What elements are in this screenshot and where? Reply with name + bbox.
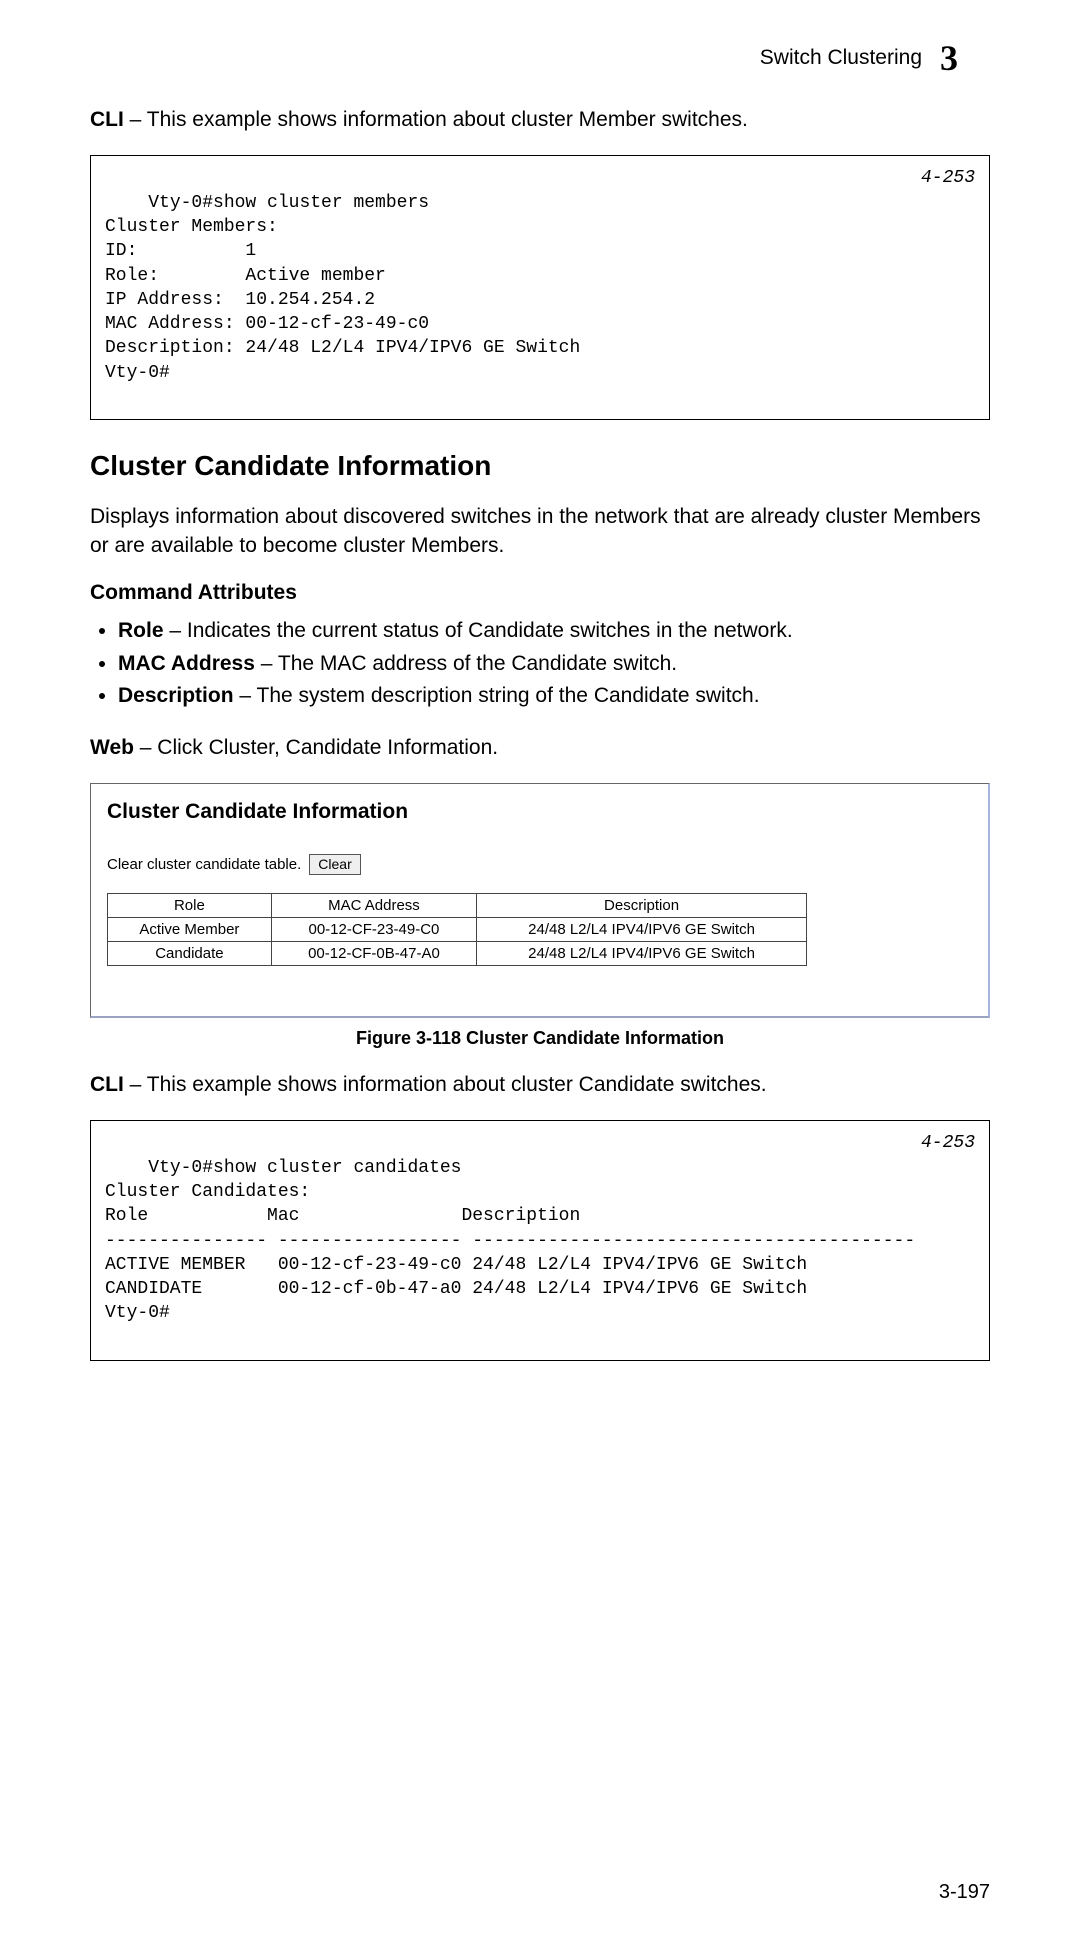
clear-row: Clear cluster candidate table. Clear <box>107 854 972 875</box>
attr-role: Role – Indicates the current status of C… <box>118 615 990 648</box>
attr-mac-term: MAC Address <box>118 652 255 675</box>
cli-intro-1-text: – This example shows information about c… <box>124 108 748 131</box>
section-body: Displays information about discovered sw… <box>90 503 990 560</box>
header-section-title: Switch Clustering <box>760 46 922 70</box>
attr-mac: MAC Address – The MAC address of the Can… <box>118 648 990 681</box>
web-line: Web – Click Cluster, Candidate Informati… <box>90 734 990 762</box>
clear-label: Clear cluster candidate table. <box>107 856 301 873</box>
attr-role-term: Role <box>118 619 164 642</box>
code-ref-2: 4-253 <box>921 1131 975 1155</box>
cli-intro-1: CLI – This example shows information abo… <box>90 106 990 134</box>
attr-desc-term: Description <box>118 684 234 707</box>
page-header: Switch Clustering 3 <box>90 40 990 76</box>
attr-role-desc: – Indicates the current status of Candid… <box>164 619 793 642</box>
attr-desc-desc: – The system description string of the C… <box>234 684 760 707</box>
cli-intro-2-text: – This example shows information about c… <box>124 1073 767 1096</box>
table-row: Candidate 00-12-CF-0B-47-A0 24/48 L2/L4 … <box>108 941 807 965</box>
cell-desc: 24/48 L2/L4 IPV4/IPV6 GE Switch <box>477 941 807 965</box>
web-figure: Cluster Candidate Information Clear clus… <box>90 783 990 1018</box>
cli-output-members: 4-253 Vty-0#show cluster members Cluster … <box>90 155 990 420</box>
attr-desc: Description – The system description str… <box>118 680 990 713</box>
web-line-text: – Click Cluster, Candidate Information. <box>134 736 498 759</box>
command-attributes-heading: Command Attributes <box>90 581 990 605</box>
cell-mac: 00-12-CF-0B-47-A0 <box>271 941 476 965</box>
col-mac: MAC Address <box>271 893 476 917</box>
code-text-1: Vty-0#show cluster members Cluster Membe… <box>105 193 580 383</box>
chapter-badge: 3 <box>940 40 990 76</box>
cell-role: Active Member <box>108 917 272 941</box>
code-text-2: Vty-0#show cluster candidates Cluster Ca… <box>105 1158 915 1324</box>
section-heading: Cluster Candidate Information <box>90 450 990 482</box>
figure-caption: Figure 3-118 Cluster Candidate Informati… <box>90 1028 990 1049</box>
cell-mac: 00-12-CF-23-49-C0 <box>271 917 476 941</box>
cli-label: CLI <box>90 108 124 131</box>
code-ref-1: 4-253 <box>921 166 975 190</box>
cell-desc: 24/48 L2/L4 IPV4/IPV6 GE Switch <box>477 917 807 941</box>
col-role: Role <box>108 893 272 917</box>
table-header-row: Role MAC Address Description <box>108 893 807 917</box>
clear-button[interactable]: Clear <box>309 854 360 875</box>
cli-label-2: CLI <box>90 1073 124 1096</box>
web-label: Web <box>90 736 134 759</box>
cell-role: Candidate <box>108 941 272 965</box>
table-row: Active Member 00-12-CF-23-49-C0 24/48 L2… <box>108 917 807 941</box>
cli-intro-2: CLI – This example shows information abo… <box>90 1071 990 1099</box>
web-figure-title: Cluster Candidate Information <box>107 800 972 824</box>
cli-output-candidates: 4-253Vty-0#show cluster candidates Clust… <box>90 1120 990 1361</box>
attr-mac-desc: – The MAC address of the Candidate switc… <box>255 652 677 675</box>
page-number: 3-197 <box>90 1881 990 1904</box>
candidate-table: Role MAC Address Description Active Memb… <box>107 893 807 966</box>
col-description: Description <box>477 893 807 917</box>
chapter-number: 3 <box>940 38 958 78</box>
command-attributes-list: Role – Indicates the current status of C… <box>90 615 990 713</box>
